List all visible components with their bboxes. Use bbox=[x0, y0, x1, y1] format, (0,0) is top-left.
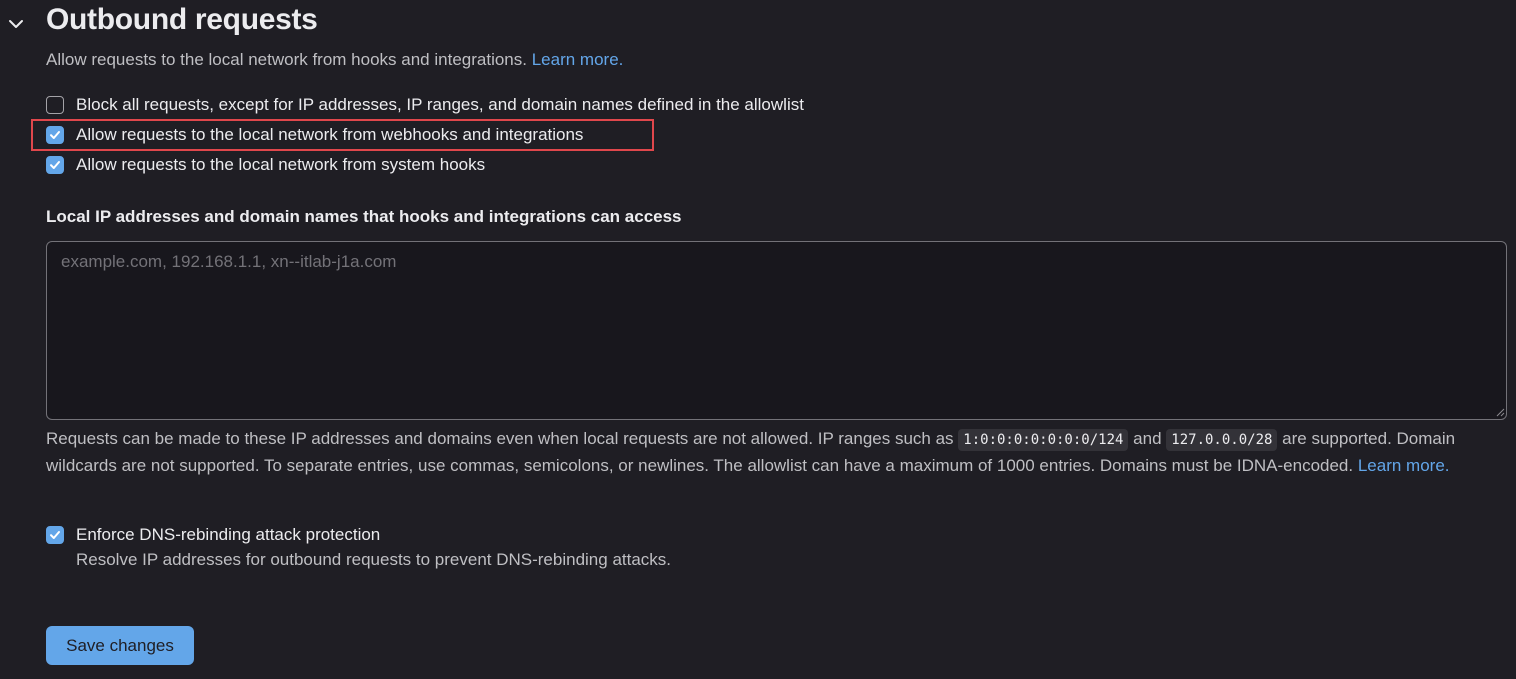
checkmark-icon bbox=[50, 161, 60, 169]
block-all-requests-label: Block all requests, except for IP addres… bbox=[76, 95, 804, 114]
dns-rebinding-description: Resolve IP addresses for outbound reques… bbox=[76, 550, 672, 569]
dns-rebinding-option[interactable]: Enforce DNS-rebinding attack protection bbox=[46, 524, 380, 546]
help-learn-more-link[interactable]: Learn more. bbox=[1358, 456, 1450, 475]
help-text-part2: and bbox=[1133, 429, 1162, 448]
save-changes-button[interactable]: Save changes bbox=[46, 626, 194, 665]
chevron-down-icon[interactable] bbox=[6, 14, 26, 34]
checkmark-icon bbox=[50, 531, 60, 539]
allow-system-hooks-option[interactable]: Allow requests to the local network from… bbox=[46, 154, 485, 176]
learn-more-link[interactable]: Learn more. bbox=[532, 50, 624, 69]
block-all-requests-option[interactable]: Block all requests, except for IP addres… bbox=[46, 94, 804, 116]
block-all-requests-checkbox[interactable] bbox=[46, 96, 64, 114]
allowlist-help-text: Requests can be made to these IP address… bbox=[46, 426, 1491, 479]
allow-system-hooks-label: Allow requests to the local network from… bbox=[76, 155, 486, 174]
allow-system-hooks-checkbox[interactable] bbox=[46, 156, 64, 174]
section-description: Allow requests to the local network from… bbox=[46, 50, 623, 70]
dns-rebinding-label: Enforce DNS-rebinding attack protection bbox=[76, 525, 381, 544]
dns-rebinding-checkbox[interactable] bbox=[46, 526, 64, 544]
section-title: Outbound requests bbox=[46, 3, 318, 36]
resize-grip-icon[interactable] bbox=[1495, 407, 1505, 417]
section-description-text: Allow requests to the local network from… bbox=[46, 50, 527, 69]
help-text-part1: Requests can be made to these IP address… bbox=[46, 429, 954, 448]
allowlist-label: Local IP addresses and domain names that… bbox=[46, 207, 682, 226]
ip-range-example-ipv6: 1:0:0:0:0:0:0:0/124 bbox=[958, 429, 1129, 451]
ip-range-example-ipv4: 127.0.0.0/28 bbox=[1166, 429, 1278, 451]
highlight-box bbox=[31, 119, 654, 151]
outbound-requests-settings: Outbound requests Allow requests to the … bbox=[0, 0, 1516, 679]
allowlist-textarea[interactable] bbox=[46, 241, 1507, 420]
